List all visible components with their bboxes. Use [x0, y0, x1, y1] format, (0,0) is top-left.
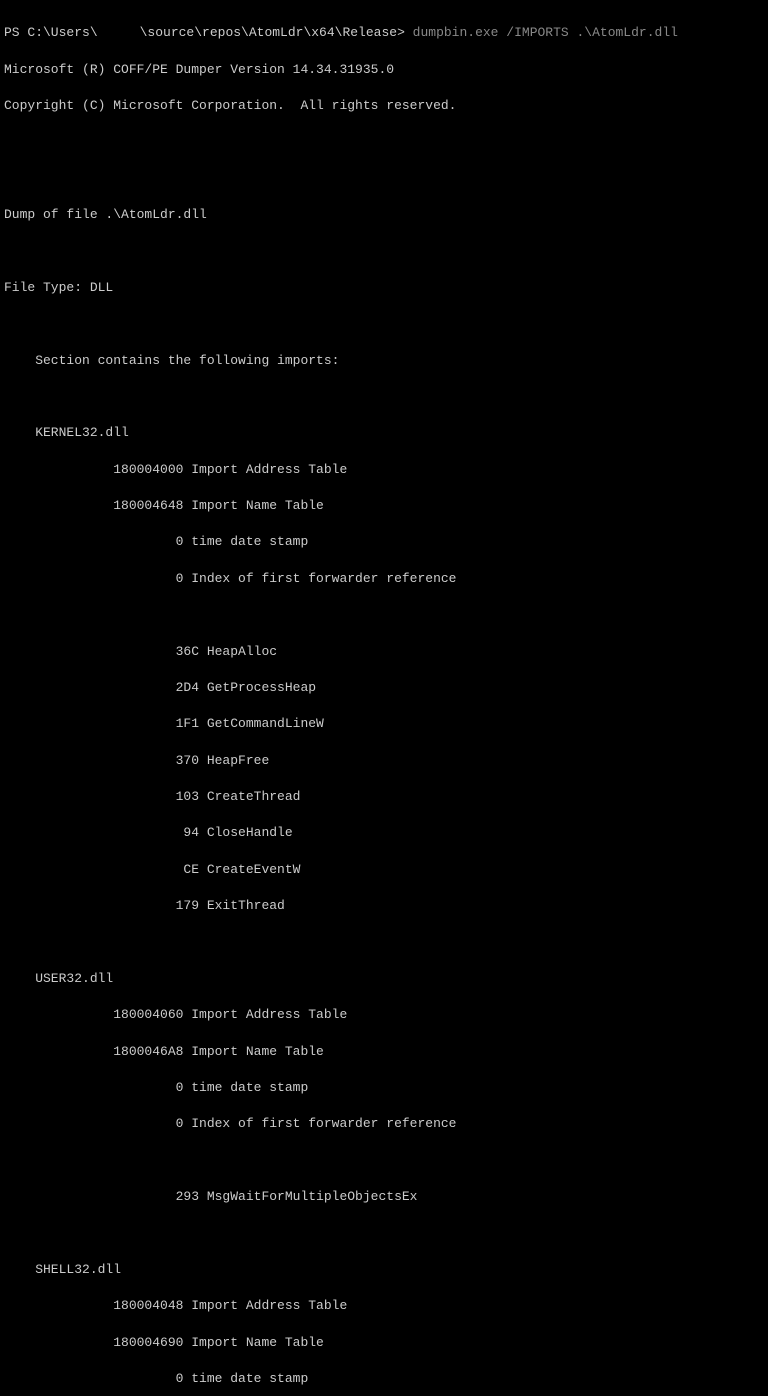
shell32-iat: 180004048 Import Address Table: [4, 1297, 764, 1315]
command-text: dumpbin.exe /IMPORTS .\AtomLdr.dll: [413, 25, 678, 40]
file-type-line: File Type: DLL: [4, 279, 764, 297]
user32-int: 1800046A8 Import Name Table: [4, 1043, 764, 1061]
kernel32-fn: 94 CloseHandle: [4, 824, 764, 842]
user32-tds: 0 time date stamp: [4, 1079, 764, 1097]
kernel32-fn: 103 CreateThread: [4, 788, 764, 806]
kernel32-fn: 1F1 GetCommandLineW: [4, 715, 764, 733]
blank: [4, 242, 764, 260]
blank: [4, 133, 764, 151]
blank: [4, 388, 764, 406]
redacted-username: [98, 24, 140, 42]
kernel32-fn: 2D4 GetProcessHeap: [4, 679, 764, 697]
kernel32-int: 180004648 Import Name Table: [4, 497, 764, 515]
prompt-prefix-1: PS C:\Users\: [4, 25, 98, 40]
blank: [4, 170, 764, 188]
shell32-name: SHELL32.dll: [4, 1261, 764, 1279]
prompt-line: PS C:\Users\ \source\repos\AtomLdr\x64\R…: [4, 24, 764, 42]
shell32-tds: 0 time date stamp: [4, 1370, 764, 1388]
header-line-2: Copyright (C) Microsoft Corporation. All…: [4, 97, 764, 115]
user32-iff: 0 Index of first forwarder reference: [4, 1115, 764, 1133]
terminal-output[interactable]: PS C:\Users\ \source\repos\AtomLdr\x64\R…: [4, 6, 764, 1396]
kernel32-fn: CE CreateEventW: [4, 861, 764, 879]
kernel32-iff: 0 Index of first forwarder reference: [4, 570, 764, 588]
kernel32-iat: 180004000 Import Address Table: [4, 461, 764, 479]
kernel32-tds: 0 time date stamp: [4, 533, 764, 551]
section-header: Section contains the following imports:: [4, 352, 764, 370]
prompt-prefix-2: \source\repos\AtomLdr\x64\Release>: [140, 25, 413, 40]
header-line-1: Microsoft (R) COFF/PE Dumper Version 14.…: [4, 61, 764, 79]
blank: [4, 606, 764, 624]
kernel32-fn: 179 ExitThread: [4, 897, 764, 915]
blank: [4, 1152, 764, 1170]
kernel32-name: KERNEL32.dll: [4, 424, 764, 442]
kernel32-fn: 36C HeapAlloc: [4, 643, 764, 661]
blank: [4, 934, 764, 952]
dump-file-line: Dump of file .\AtomLdr.dll: [4, 206, 764, 224]
shell32-int: 180004690 Import Name Table: [4, 1334, 764, 1352]
user32-name: USER32.dll: [4, 970, 764, 988]
blank: [4, 315, 764, 333]
user32-iat: 180004060 Import Address Table: [4, 1006, 764, 1024]
kernel32-fn: 370 HeapFree: [4, 752, 764, 770]
user32-fn: 293 MsgWaitForMultipleObjectsEx: [4, 1188, 764, 1206]
blank: [4, 1225, 764, 1243]
